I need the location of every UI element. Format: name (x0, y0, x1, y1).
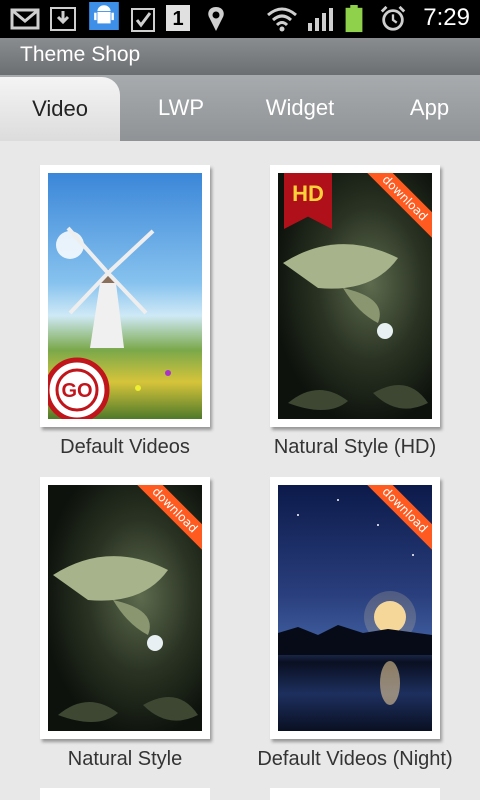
location-icon (208, 7, 224, 31)
tab-lwp[interactable]: LWP (122, 75, 240, 141)
task-icon (131, 8, 155, 32)
android-icon (89, 2, 119, 30)
wifi-icon (267, 7, 297, 32)
signal-icon (308, 8, 333, 31)
download-ribbon: download (132, 485, 202, 555)
gmail-icon (10, 8, 40, 30)
theme-thumbnail[interactable]: download (270, 477, 440, 739)
theme-thumbnail[interactable]: download (40, 477, 210, 739)
tab-widget[interactable]: Widget (240, 75, 360, 141)
tab-bar: Video LWP Widget App (0, 75, 480, 141)
theme-thumbnail-partial[interactable] (270, 788, 440, 800)
tab-video[interactable]: Video (0, 77, 120, 141)
calendar-icon: 1 (166, 5, 190, 31)
app-title: Theme Shop (20, 43, 141, 66)
status-bar: 1 7:29 (0, 0, 480, 38)
theme-thumbnail[interactable]: HD download (270, 165, 440, 427)
app-title-bar: Theme Shop (0, 38, 480, 75)
download-icon (50, 7, 76, 31)
theme-caption: Default Videos (60, 436, 190, 458)
battery-icon (345, 5, 363, 33)
alarm-icon (380, 5, 406, 31)
download-ribbon: download (362, 173, 432, 243)
go-stamp-icon: GO (48, 357, 110, 419)
theme-thumbnail-partial[interactable] (40, 788, 210, 800)
go-stamp-text: GO (61, 380, 92, 402)
download-ribbon: download (362, 485, 432, 555)
hd-badge-label: HD (292, 181, 324, 206)
theme-thumbnail[interactable]: GO (40, 165, 210, 427)
tab-app[interactable]: App (372, 75, 480, 141)
theme-caption: Natural Style (HD) (273, 436, 437, 458)
theme-caption: Default Videos (Night) (257, 748, 453, 770)
clock-time: 7:29 (423, 4, 470, 31)
theme-caption: Natural Style (67, 748, 183, 770)
